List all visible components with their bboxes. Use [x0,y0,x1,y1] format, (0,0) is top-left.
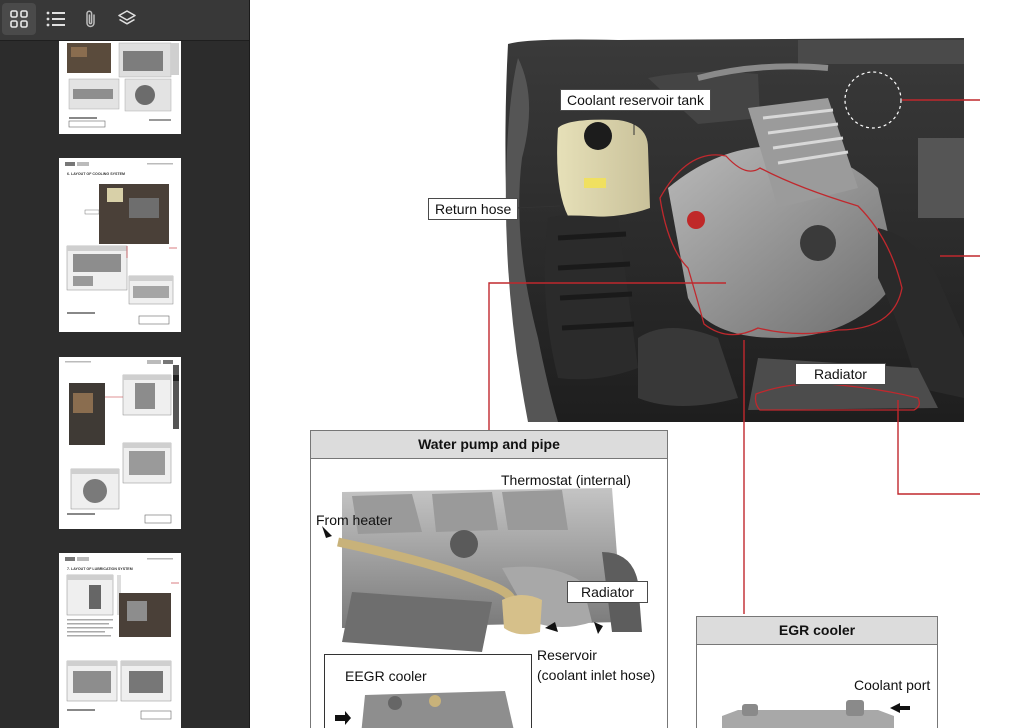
eegr-cooler-label: EEGR cooler [345,668,427,684]
outline-view-button[interactable] [38,3,72,35]
document-page: Coolant reservoir tank Return hose Radia… [250,0,1036,728]
coolant-reservoir-label: Coolant reservoir tank [560,89,711,111]
thermostat-label: Thermostat (internal) [501,472,631,488]
paperclip-icon [86,10,95,28]
thumbnail-heading: 6. LAYOUT OF COOLING SYSTEM [67,172,125,176]
coolant-port-label: Coolant port [854,677,931,693]
thumbnail-sidebar: 6. LAYOUT OF COOLING SYSTEM 7. LAYOUT OF… [0,0,250,728]
thumbnail-page-1[interactable] [59,41,181,134]
grid-icon [10,10,28,28]
thumbnail-page-3[interactable] [59,357,181,529]
layers-view-button[interactable] [110,3,144,35]
egr-cooler-box-title: EGR cooler [697,617,937,645]
sidebar-toolbar [0,0,249,41]
water-pump-box-title: Water pump and pipe [311,431,667,459]
list-icon [46,11,65,27]
egr-cooler-photo [722,700,910,728]
thumbnail-heading: 7. LAYOUT OF LUBRICATION SYSTEM [67,567,133,571]
eegr-cooler-inset: EEGR cooler [324,654,532,728]
thumbnail-page-2[interactable]: 6. LAYOUT OF COOLING SYSTEM [59,158,181,332]
pump-radiator-label: Radiator [567,581,648,603]
attachments-view-button[interactable] [74,3,108,35]
return-hose-label: Return hose [428,198,519,220]
thumbnails-view-button[interactable] [2,3,36,35]
engine-radiator-label: Radiator [795,363,886,385]
from-heater-label: From heater [316,512,393,528]
reservoir-sub-label: (coolant inlet hose) [537,667,656,683]
eegr-cooler-photo [335,691,514,728]
layers-icon [118,10,136,25]
reservoir-label: Reservoir [537,647,597,663]
thumbnail-page-4[interactable]: 7. LAYOUT OF LUBRICATION SYSTEM [59,553,181,728]
